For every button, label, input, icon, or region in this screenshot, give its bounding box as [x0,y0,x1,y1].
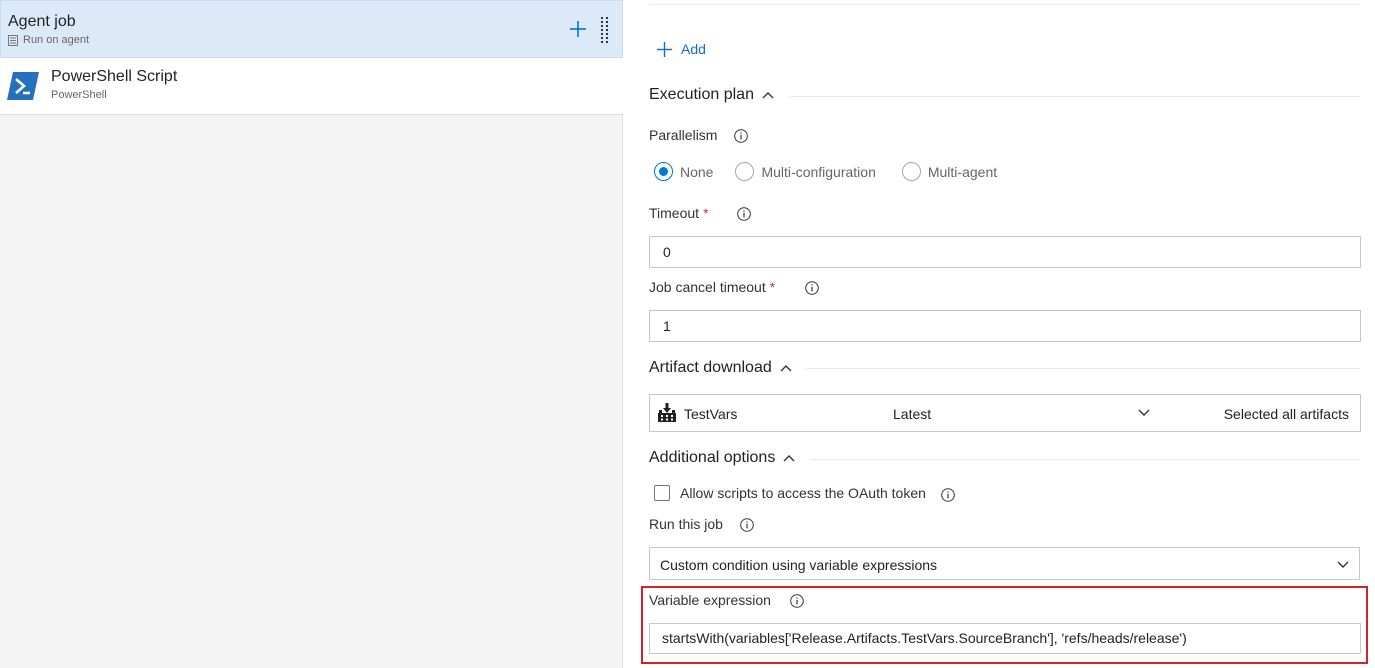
job-cancel-timeout-label: Job cancel timeout * [649,279,775,295]
agent-job-subtitle: Run on agent [8,34,89,46]
oauth-checkbox-row[interactable]: Allow scripts to access the OAuth token [654,485,926,501]
radio-none-label: None [680,163,714,180]
parallelism-label: Parallelism [649,127,717,143]
execution-plan-title: Execution plan [649,86,754,103]
add-button[interactable]: Add [656,38,706,60]
info-icon[interactable] [805,281,819,295]
agent-job-subtitle-text: Run on agent [23,34,90,46]
required-marker: * [769,279,776,295]
additional-options-heading: Additional options [649,449,795,467]
powershell-task-subtitle: PowerShell [51,89,107,101]
parallelism-label-text: Parallelism [649,127,718,143]
plus-icon [657,41,672,57]
chevron-up-icon[interactable] [780,364,792,372]
job-cancel-timeout-label-text: Job cancel timeout [649,279,766,295]
highlight-annotation [641,586,1368,664]
drag-handle-icon[interactable] [600,16,610,44]
radio-circle [654,162,673,181]
radio-circle [735,162,755,181]
chevron-up-icon[interactable] [762,91,774,99]
chevron-up-icon[interactable] [783,454,795,462]
info-icon[interactable] [734,129,748,143]
run-this-job-label-text: Run this job [649,516,723,532]
oauth-checkbox[interactable] [654,485,670,501]
left-pane: Agent job Run on agent PowerShell Script… [0,0,623,668]
radio-circle [901,162,921,181]
timeout-input[interactable]: 0 [649,236,1361,268]
agent-job-row[interactable]: Agent job Run on agent [0,0,623,58]
info-icon[interactable] [737,207,751,221]
build-artifact-icon [658,403,676,422]
run-this-job-select[interactable]: Custom condition using variable expressi… [649,547,1360,580]
timeout-label-text: Timeout [649,205,700,221]
job-cancel-timeout-input[interactable]: 1 [649,310,1361,342]
run-this-job-value: Custom condition using variable expressi… [660,557,938,573]
artifact-name: TestVars [684,406,738,422]
radio-multi-agent-label: Multi-agent [927,163,998,180]
timeout-label: Timeout * [649,205,709,221]
divider [790,96,1360,97]
execution-plan-heading: Execution plan [649,86,774,104]
info-icon[interactable] [941,488,955,502]
add-task-icon[interactable] [567,18,589,40]
radio-multi-agent[interactable]: Multi-agent [901,162,998,181]
additional-options-title: Additional options [649,449,776,466]
oauth-checkbox-label: Allow scripts to access the OAuth token [680,485,926,501]
artifact-selection-link[interactable]: Selected all artifacts [1224,406,1349,422]
chevron-down-icon[interactable] [1138,408,1150,417]
agent-job-title: Agent job [8,13,76,30]
info-icon[interactable] [740,518,754,532]
radio-none[interactable]: None [654,162,713,181]
divider [806,368,1360,369]
powershell-task-title: PowerShell Script [51,68,178,85]
radio-multi-configuration-label: Multi-configuration [761,163,876,180]
powershell-task-row[interactable] [0,58,623,115]
divider [811,459,1360,460]
powershell-icon [7,72,39,100]
artifact-row: TestVars Latest Selected all artifacts [649,394,1361,432]
add-button-label: Add [681,41,706,57]
artifact-download-heading: Artifact download [649,359,792,377]
required-marker: * [703,205,709,221]
parallelism-radio-group: None Multi-configuration Multi-agent [654,162,997,181]
run-this-job-label: Run this job [649,516,723,532]
divider [649,4,1360,5]
server-icon [8,34,18,46]
chevron-down-icon[interactable] [1337,560,1349,569]
artifact-download-title: Artifact download [649,359,772,376]
radio-multi-configuration[interactable]: Multi-configuration [735,162,876,181]
artifact-version[interactable]: Latest [893,406,931,422]
